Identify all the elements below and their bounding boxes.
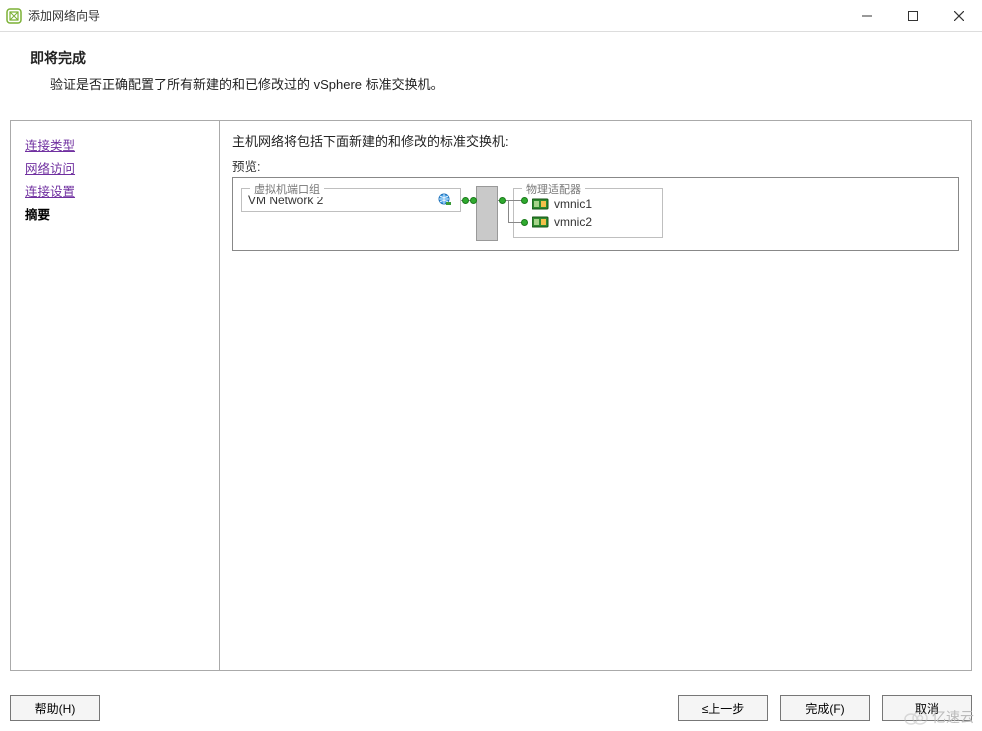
step-connection-type[interactable]: 连接类型 <box>25 135 205 154</box>
cancel-button-label: 取消 <box>915 700 939 717</box>
wizard-content: 主机网络将包括下面新建的和修改的标准交换机: 预览: 虚拟机端口组 VM Net… <box>220 120 972 671</box>
app-icon <box>6 8 22 24</box>
nic-icon <box>532 198 550 210</box>
connector-dot <box>470 197 477 204</box>
physical-adapter-box: 物理适配器 vmnic1 <box>513 188 663 238</box>
finish-button-label: 完成(F) <box>805 700 844 717</box>
close-button[interactable] <box>936 0 982 32</box>
preview-label: 预览: <box>232 156 959 175</box>
port-group-legend: 虚拟机端口组 <box>250 181 324 197</box>
wizard-steps-sidebar: 连接类型 网络访问 连接设置 摘要 <box>10 120 220 671</box>
port-group-box: 虚拟机端口组 VM Network 2 <box>241 188 461 212</box>
maximize-button[interactable] <box>890 0 936 32</box>
wizard-body: 连接类型 网络访问 连接设置 摘要 主机网络将包括下面新建的和修改的标准交换机:… <box>10 120 972 671</box>
connector-dot <box>462 197 469 204</box>
nic-item: vmnic1 <box>532 195 656 213</box>
step-summary: 摘要 <box>25 204 205 223</box>
back-button-label: ≤上一步 <box>702 700 745 717</box>
help-button-label: 帮助(H) <box>35 700 76 717</box>
nic-item: vmnic2 <box>532 213 656 231</box>
finish-button[interactable]: 完成(F) <box>780 695 870 721</box>
physical-adapter-legend: 物理适配器 <box>522 181 585 197</box>
nic-name: vmnic1 <box>554 197 592 211</box>
back-button[interactable]: ≤上一步 <box>678 695 768 721</box>
nic-name: vmnic2 <box>554 215 592 229</box>
globe-icon <box>438 193 452 207</box>
content-intro: 主机网络将包括下面新建的和修改的标准交换机: <box>232 131 959 150</box>
window-title: 添加网络向导 <box>28 7 844 24</box>
step-connection-settings[interactable]: 连接设置 <box>25 181 205 200</box>
wizard-header: 即将完成 验证是否正确配置了所有新建的和已修改过的 vSphere 标准交换机。 <box>0 32 982 101</box>
connector-dot <box>499 197 506 204</box>
nic-icon <box>532 216 550 228</box>
page-description: 验证是否正确配置了所有新建的和已修改过的 vSphere 标准交换机。 <box>50 74 958 93</box>
connector-line <box>508 200 509 222</box>
step-network-access[interactable]: 网络访问 <box>25 158 205 177</box>
page-title: 即将完成 <box>30 48 958 68</box>
connector-dot <box>521 197 528 204</box>
cancel-button[interactable]: 取消 <box>882 695 972 721</box>
connector-dot <box>521 219 528 226</box>
help-button[interactable]: 帮助(H) <box>10 695 100 721</box>
titlebar: 添加网络向导 <box>0 0 982 32</box>
vswitch-block <box>476 186 498 241</box>
minimize-button[interactable] <box>844 0 890 32</box>
network-diagram: 虚拟机端口组 VM Network 2 物理适配器 <box>232 177 959 251</box>
window-controls <box>844 0 982 31</box>
wizard-footer: 帮助(H) ≤上一步 完成(F) 取消 <box>10 695 972 721</box>
